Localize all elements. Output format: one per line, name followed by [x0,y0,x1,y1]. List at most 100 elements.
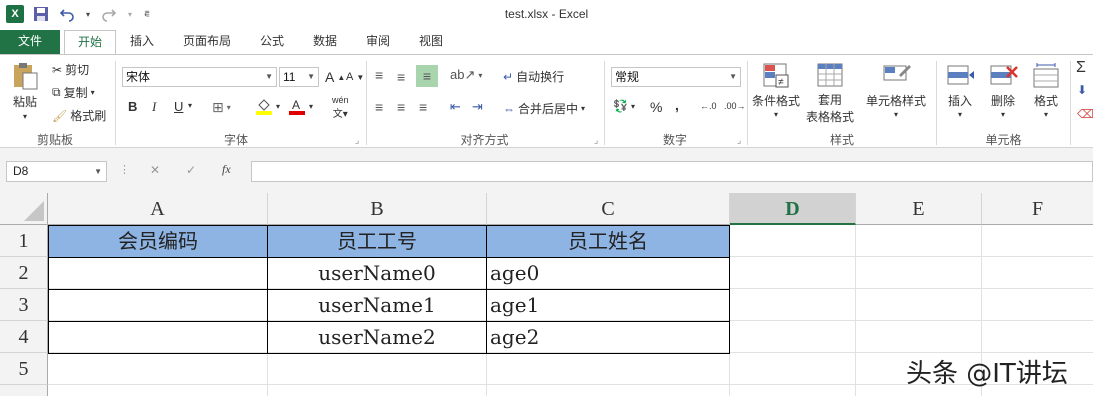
shrink-font-button[interactable]: A ▼ [346,71,364,83]
chevron-down-icon: ▼ [307,72,315,81]
insert-cells-button[interactable]: 插入 ▾ [945,61,975,119]
scissors-icon: ✂ [52,62,63,77]
cell-styles-button[interactable]: 单元格样式 ▾ [866,61,926,119]
tab-review[interactable]: 审阅 [356,30,400,54]
name-box[interactable]: D8 ▼ [6,161,107,182]
cut-label: 剪切 [65,63,90,77]
clear-icon[interactable]: ⌫ [1077,107,1093,121]
enter-icon[interactable]: ✓ [186,163,196,177]
align-top-icon[interactable]: ≡ [375,67,383,83]
bold-button[interactable]: B [128,99,137,114]
merge-center-button[interactable]: ⇔ 合并后居中 ▾ [503,100,585,117]
font-group-label: 字体 [223,133,248,147]
phonetic-button[interactable]: wén 文▾ [332,95,349,120]
tab-page-layout[interactable]: 页面布局 [172,30,242,54]
insert-cells-label: 插入 [947,94,972,108]
insert-cells-icon [947,65,974,85]
cell-c3[interactable]: age1 [490,290,729,321]
borders-button[interactable]: ⊞ ▾ [212,99,231,116]
cell-a2[interactable] [49,258,267,289]
number-group-label: 数字 [662,133,687,147]
cell-a3[interactable] [49,290,267,321]
underline-dropdown-icon[interactable]: ▾ [188,101,192,110]
fill-color-button[interactable]: ▾ [255,97,280,115]
column-header-a[interactable]: A [48,193,268,225]
select-all-corner[interactable] [0,193,48,225]
underline-button[interactable]: U [174,99,183,114]
cancel-icon[interactable]: ✕ [150,163,160,177]
row-header-4[interactable]: 4 [0,321,48,353]
tab-data[interactable]: 数据 [303,30,347,54]
tab-formulas[interactable]: 公式 [250,30,294,54]
wrap-text-button[interactable]: ↵ 自动换行 [503,68,564,85]
row-header-5[interactable]: 5 [0,353,48,385]
accounting-format-button[interactable]: 💱 ▾ [613,99,635,113]
row-header-3[interactable]: 3 [0,289,48,321]
cell-b1[interactable]: 员工工号 [268,226,486,257]
formula-input[interactable] [251,161,1093,182]
table-border [48,225,730,226]
decrease-indent-icon[interactable]: ⇤ [450,99,461,115]
tab-insert[interactable]: 插入 [120,30,164,54]
cell-c2[interactable]: age0 [490,258,729,289]
insert-function-icon[interactable]: fx [222,162,231,177]
increase-decimal-icon[interactable]: ←.0 [700,101,717,111]
format-painter-button[interactable]: 🖌 格式刷 [52,107,106,124]
cell-b2[interactable]: userName0 [268,258,486,289]
align-middle-icon[interactable]: ≡ [397,69,405,85]
column-header-f[interactable]: F [982,193,1093,225]
row-header-2[interactable]: 2 [0,257,48,289]
align-center-icon[interactable]: ≡ [397,99,405,115]
percent-button[interactable]: % [650,99,662,115]
copy-button[interactable]: ⧉ 复制 ▾ [52,84,95,101]
font-color-button[interactable]: A ▾ [288,97,313,115]
cell-c4[interactable]: age2 [490,322,729,353]
column-header-d[interactable]: D [730,193,856,225]
align-right-icon[interactable]: ≡ [419,99,427,115]
autosum-icon[interactable]: Σ [1076,59,1086,77]
cell-a4[interactable] [49,322,267,353]
conditional-formatting-button[interactable]: ≠ 条件格式 ▾ [752,61,800,119]
column-header-c[interactable]: C [487,193,730,225]
increase-indent-icon[interactable]: ⇥ [472,99,483,115]
shrink-font-icon: A [346,71,354,83]
cell-a1[interactable]: 会员编码 [49,226,267,257]
merge-label: 合并后居中 [518,102,579,116]
currency-icon: 💱 [613,99,628,113]
phonetic-icon: wén [332,95,349,105]
decrease-decimal-icon[interactable]: .00→ [724,101,746,111]
number-format-combo[interactable]: 常规 ▼ [611,67,741,87]
orientation-button[interactable]: ab↗ ▾ [450,67,482,83]
table-border [486,225,487,354]
paste-button[interactable]: 粘贴 ▾ [10,61,40,121]
cell-b3[interactable]: userName1 [268,290,486,321]
italic-button[interactable]: I [152,99,156,115]
svg-text:≠: ≠ [778,77,784,88]
row-header-1[interactable]: 1 [0,225,48,257]
cell-c1[interactable]: 员工姓名 [487,226,729,257]
comma-button[interactable]: , [675,97,679,113]
format-as-table-button[interactable]: 套用 表格格式 [806,61,854,125]
clipboard-group-label: 剪贴板 [36,133,73,147]
grow-font-button[interactable]: A ▲ [325,69,345,85]
cell-b4[interactable]: userName2 [268,322,486,353]
format-cells-button[interactable]: 格式 ▾ [1031,61,1061,119]
tab-view[interactable]: 视图 [409,30,453,54]
cut-button[interactable]: ✂ 剪切 [52,61,89,78]
font-size-combo[interactable]: 11 ▼ [279,67,319,87]
font-dialog-launcher-icon[interactable]: ⌟ [355,135,359,146]
align-bottom-icon[interactable]: ≡ [416,65,438,87]
column-header-b[interactable]: B [268,193,487,225]
cell-styles-label: 单元格样式 [866,94,927,108]
tab-file[interactable]: 文件 [0,30,60,54]
delete-cells-button[interactable]: 删除 ▾ [988,61,1018,119]
align-left-icon[interactable]: ≡ [375,99,383,115]
tab-home[interactable]: 开始 [64,30,116,55]
fill-icon[interactable]: ⬇ [1077,83,1087,97]
alignment-dialog-launcher-icon[interactable]: ⌟ [594,135,598,146]
row-header-6[interactable] [0,385,48,396]
number-dialog-launcher-icon[interactable]: ⌟ [737,135,741,146]
merge-icon: ⇔ [503,101,515,116]
column-header-e[interactable]: E [856,193,982,225]
font-name-combo[interactable]: 宋体 ▼ [122,67,277,87]
